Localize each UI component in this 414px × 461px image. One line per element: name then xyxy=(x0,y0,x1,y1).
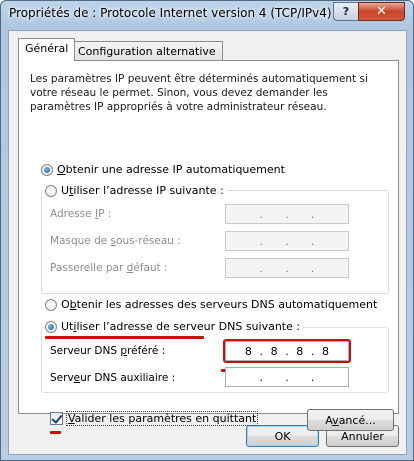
radio-dns-manual-label: Utiliser l’adresse de serveur DNS suivan… xyxy=(61,320,301,333)
red-mark-validate xyxy=(50,431,61,434)
preferred-dns-label: Serveur DNS préféré : xyxy=(50,345,166,357)
radio-dns-auto[interactable]: Obtenir les adresses des serveurs DNS au… xyxy=(45,298,377,311)
ip-address-label: Adresse IP : xyxy=(50,208,112,220)
ok-button-label: OK xyxy=(274,429,291,443)
red-underline-dns-option xyxy=(45,336,204,339)
advanced-button[interactable]: Avancé... xyxy=(307,409,394,431)
radio-dns-manual[interactable]: Utiliser l’adresse de serveur DNS suivan… xyxy=(45,320,304,333)
title-bar[interactable]: Propriétés de : Protocole Internet versi… xyxy=(1,1,413,29)
dialog-window: Propriétés de : Protocole Internet versi… xyxy=(0,0,414,461)
validate-checkbox[interactable]: Valider les paramètres en quittant xyxy=(50,411,259,426)
alternate-dns-input[interactable]: ... xyxy=(225,367,349,387)
help-icon: ? xyxy=(342,5,350,18)
close-button[interactable]: ✕ xyxy=(358,2,405,21)
subnet-mask-input[interactable]: ... xyxy=(225,231,349,251)
default-gateway-input[interactable]: ... xyxy=(225,258,349,278)
close-icon: ✕ xyxy=(376,4,387,19)
ip-address-input[interactable]: ... xyxy=(225,204,349,224)
help-button[interactable]: ? xyxy=(333,2,359,21)
dialog-client-area: Général Configuration alternative Les pa… xyxy=(8,30,407,455)
radio-dns-auto-indicator[interactable] xyxy=(45,298,57,311)
advanced-button-label: Avancé... xyxy=(325,413,376,427)
radio-ip-manual[interactable]: Utiliser l’adresse IP suivante : xyxy=(45,184,227,197)
default-gateway-label: Passerelle par défaut : xyxy=(50,262,168,274)
red-highlight-preferred-dns xyxy=(223,339,351,363)
cancel-button-label: Annuler xyxy=(341,429,384,443)
validate-checkbox-label: Valider les paramètres en quittant xyxy=(66,411,259,426)
tab-general[interactable]: Général xyxy=(18,38,76,61)
subnet-mask-label: Masque de sous-réseau : xyxy=(50,235,181,247)
radio-ip-manual-label: Utiliser l’adresse IP suivante : xyxy=(61,184,224,197)
tab-alternate-configuration[interactable]: Configuration alternative xyxy=(71,41,223,62)
radio-ip-auto[interactable]: Obtenir une adresse IP automatiquement xyxy=(41,163,285,176)
window-title: Propriétés de : Protocole Internet versi… xyxy=(9,6,332,20)
tab-alternate-label: Configuration alternative xyxy=(78,45,216,58)
general-tab-panel: Les paramètres IP peuvent être déterminé… xyxy=(18,60,399,434)
validate-checkbox-box[interactable] xyxy=(50,412,63,425)
tab-general-label: Général xyxy=(25,42,69,55)
alternate-dns-label: Serveur DNS auxiliaire : xyxy=(50,372,176,384)
radio-ip-auto-indicator[interactable] xyxy=(41,163,53,176)
radio-dns-manual-indicator[interactable] xyxy=(45,320,57,333)
description-text: Les paramètres IP peuvent être déterminé… xyxy=(30,73,368,113)
radio-ip-auto-label: Obtenir une adresse IP automatiquement xyxy=(57,163,285,176)
radio-ip-manual-indicator[interactable] xyxy=(45,184,57,197)
radio-dns-auto-label: Obtenir les adresses des serveurs DNS au… xyxy=(61,298,378,311)
